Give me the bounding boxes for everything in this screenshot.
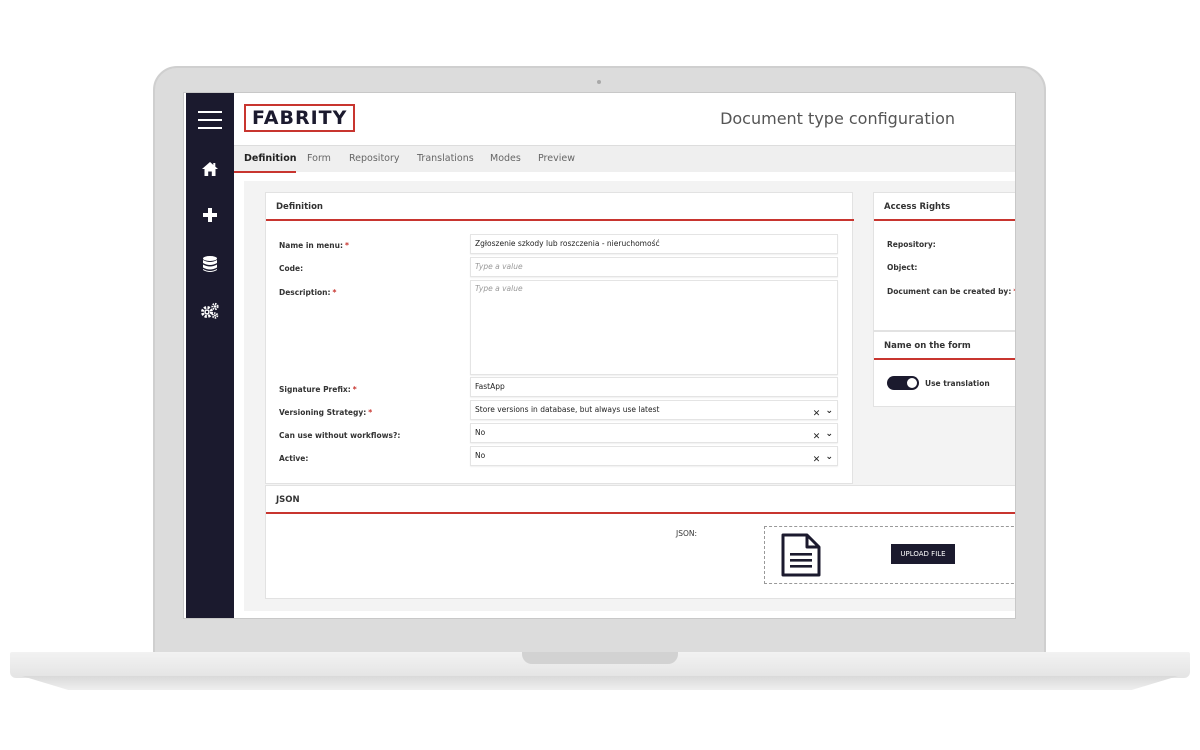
chevron-down-icon[interactable]: ⌄: [825, 452, 833, 462]
access-rights-panel: Access Rights Repository: Object: Docume…: [873, 192, 1015, 331]
plus-icon[interactable]: [186, 200, 234, 230]
tab-definition[interactable]: Definition: [234, 146, 296, 173]
code-input[interactable]: Type a value: [470, 257, 838, 277]
clear-icon[interactable]: ✕: [813, 409, 821, 419]
workflows-value: No: [475, 428, 486, 437]
name-on-form-divider: [874, 358, 1015, 360]
tab-modes[interactable]: Modes: [490, 146, 521, 173]
tab-preview[interactable]: Preview: [538, 146, 575, 173]
json-divider: [266, 512, 1015, 514]
active-value: No: [475, 451, 486, 460]
document-icon: [781, 533, 821, 582]
page-title: Document type configuration: [720, 109, 955, 128]
repository-label: Repository:: [887, 240, 936, 249]
access-rights-title: Access Rights: [884, 202, 951, 212]
versioning-strategy-label: Versioning Strategy: *: [279, 408, 373, 417]
chevron-down-icon[interactable]: ⌄: [825, 429, 833, 439]
tab-repository[interactable]: Repository: [349, 146, 400, 173]
created-by-label: Document can be created by:*: [887, 287, 1015, 296]
camera-dot: [597, 80, 601, 84]
name-on-form-panel: Name on the form Use translation: [873, 331, 1015, 407]
toggle-knob: [907, 378, 917, 388]
access-rights-divider: [874, 219, 1015, 221]
laptop-notch: [522, 652, 678, 664]
upload-file-button[interactable]: UPLOAD FILE: [891, 544, 955, 564]
json-field-label: JSON:: [676, 529, 698, 538]
tab-form[interactable]: Form: [307, 146, 331, 173]
gears-icon[interactable]: [186, 296, 234, 326]
use-translation-toggle[interactable]: [887, 376, 919, 390]
signature-prefix-label: Signature Prefix: *: [279, 385, 357, 394]
versioning-strategy-select[interactable]: Store versions in database, but always u…: [470, 400, 838, 420]
definition-panel: Definition Name in menu: * Code: Descript…: [265, 192, 854, 484]
json-dropzone[interactable]: UPLOAD FILE: [764, 526, 1015, 584]
screen: FABRITY Document type configuration Defi…: [183, 92, 1016, 619]
tab-bar: Definition Form Repository Translations …: [234, 145, 1015, 173]
laptop-base-edge: [22, 676, 1178, 690]
code-label: Code:: [279, 264, 304, 273]
object-label: Object:: [887, 263, 918, 272]
sidebar: [186, 93, 234, 618]
name-in-menu-label: Name in menu: *: [279, 241, 349, 250]
database-icon[interactable]: [186, 249, 234, 279]
name-in-menu-input[interactable]: Zgłoszenie szkody lub roszczenia - nieru…: [470, 234, 838, 254]
description-label: Description: *: [279, 288, 337, 297]
workflows-select[interactable]: No ✕ ⌄: [470, 423, 838, 443]
definition-title: Definition: [276, 202, 323, 212]
fabrity-logo[interactable]: FABRITY: [244, 104, 356, 132]
workflows-label: Can use without workflows?:: [279, 431, 401, 440]
clear-icon[interactable]: ✕: [813, 455, 821, 465]
definition-divider: [266, 219, 854, 221]
json-panel: JSON JSON: UPLOAD FILE: [265, 485, 1015, 599]
active-select[interactable]: No ✕ ⌄: [470, 446, 838, 466]
use-translation-label: Use translation: [925, 379, 990, 388]
menu-icon[interactable]: [186, 105, 234, 135]
chevron-down-icon[interactable]: ⌄: [825, 406, 833, 416]
json-title: JSON: [276, 495, 300, 505]
clear-icon[interactable]: ✕: [813, 432, 821, 442]
description-textarea[interactable]: Type a value: [470, 280, 838, 375]
versioning-strategy-value: Store versions in database, but always u…: [475, 405, 660, 414]
name-on-form-title: Name on the form: [884, 341, 971, 351]
home-icon[interactable]: [186, 154, 234, 184]
signature-prefix-input[interactable]: FastApp: [470, 377, 838, 397]
active-label: Active:: [279, 454, 309, 463]
tab-translations[interactable]: Translations: [417, 146, 474, 173]
header: FABRITY Document type configuration: [234, 93, 1015, 145]
